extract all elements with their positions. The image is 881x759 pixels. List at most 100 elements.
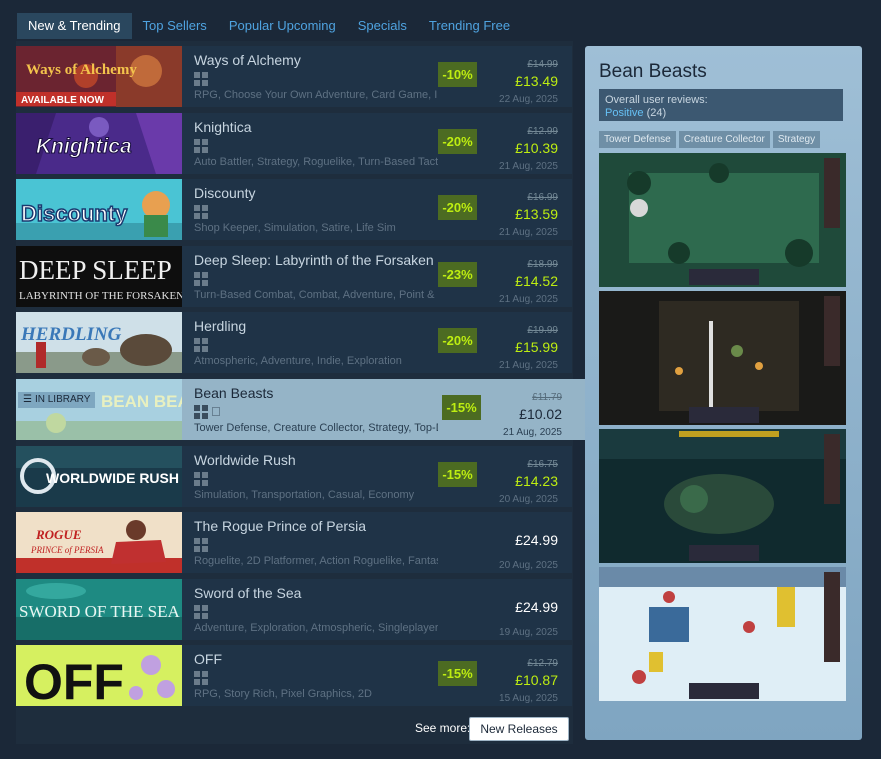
tab-top-sellers[interactable]: Top Sellers bbox=[132, 13, 218, 39]
release-date: 21 Aug, 2025 bbox=[499, 360, 558, 371]
release-date: 15 Aug, 2025 bbox=[499, 693, 558, 704]
game-title: Knightica bbox=[194, 119, 252, 135]
game-capsule-image: Ways of Alchemy AVAILABLE NOW bbox=[16, 46, 182, 107]
game-title: Deep Sleep: Labyrinth of the Forsaken bbox=[194, 252, 434, 268]
capsule-logo: ROGUE bbox=[35, 527, 82, 542]
release-date: 21 Aug, 2025 bbox=[499, 227, 558, 238]
windows-icon bbox=[194, 338, 208, 352]
windows-icon bbox=[194, 538, 208, 552]
capsule-logo: Ways of Alchemy bbox=[26, 62, 137, 78]
capsule-logo: Knightica bbox=[36, 135, 132, 158]
game-capsule-image: SWORD OF THE SEA bbox=[16, 579, 182, 640]
game-capsule-image: Discounty bbox=[16, 179, 182, 240]
game-title: Ways of Alchemy bbox=[194, 52, 301, 68]
capsule-subtitle: PRINCE of PERSIA bbox=[30, 545, 104, 555]
release-date: 20 Aug, 2025 bbox=[499, 494, 558, 505]
preview-tag[interactable]: Tower Defense bbox=[599, 131, 676, 148]
release-date: 20 Aug, 2025 bbox=[499, 560, 558, 571]
final-price: £15.99 bbox=[515, 339, 558, 355]
game-row-ways-of-alchemy[interactable]: Ways of Alchemy AVAILABLE NOW Ways of Al… bbox=[16, 46, 572, 107]
discount-badge: -15% bbox=[438, 661, 477, 686]
game-title: Worldwide Rush bbox=[194, 452, 296, 468]
final-price: £24.99 bbox=[515, 532, 558, 548]
original-price: £16.99 bbox=[527, 192, 558, 203]
game-row-off[interactable]: OFF OFF RPG, Story Rich, Pixel Graphics,… bbox=[16, 645, 572, 706]
capsule-logo: WORLDWIDE RUSH bbox=[46, 470, 179, 486]
discount-badge: -15% bbox=[438, 462, 477, 487]
game-tags: RPG, Story Rich, Pixel Graphics, 2D bbox=[194, 688, 372, 700]
game-title: Bean Beasts bbox=[194, 385, 274, 401]
release-date: 19 Aug, 2025 bbox=[499, 627, 558, 638]
game-row-knightica[interactable]: Knightica Knightica Auto Battler, Strate… bbox=[16, 113, 572, 174]
final-price: £10.87 bbox=[515, 672, 558, 688]
game-capsule-image: HERDLING bbox=[16, 312, 182, 373]
capsule-logo: HERDLING bbox=[20, 324, 122, 345]
game-tags: Simulation, Transportation, Casual, Econ… bbox=[194, 489, 415, 501]
capsule-logo: Discounty bbox=[21, 201, 128, 226]
tab-specials[interactable]: Specials bbox=[347, 13, 418, 39]
game-title: The Rogue Prince of Persia bbox=[194, 518, 366, 534]
final-price: £14.23 bbox=[515, 473, 558, 489]
preview-tag[interactable]: Strategy bbox=[772, 131, 821, 148]
game-tags: RPG, Choose Your Own Adventure, Card Gam… bbox=[194, 89, 438, 101]
game-row-rogue-prince-of-persia[interactable]: ROGUE PRINCE of PERSIA The Rogue Prince … bbox=[16, 512, 572, 573]
game-row-bean-beasts[interactable]: BEAN BEASTS ☰IN LIBRARY Bean Beasts  To… bbox=[16, 379, 586, 440]
preview-tag[interactable]: Creature Collector bbox=[678, 131, 770, 148]
screenshot-4[interactable] bbox=[599, 567, 846, 701]
game-tags: Adventure, Exploration, Atmospheric, Sin… bbox=[194, 622, 438, 634]
capsule-logo: BEAN BEASTS bbox=[101, 392, 182, 411]
game-row-discounty[interactable]: Discounty Discounty Shop Keeper, Simulat… bbox=[16, 179, 572, 240]
review-value: Positive (24) bbox=[605, 107, 667, 119]
windows-icon bbox=[194, 139, 208, 153]
screenshot-1[interactable] bbox=[599, 153, 846, 287]
windows-icon bbox=[194, 205, 208, 219]
tab-new-trending[interactable]: New & Trending bbox=[17, 13, 132, 39]
windows-icon bbox=[194, 671, 208, 685]
release-date: 21 Aug, 2025 bbox=[503, 427, 562, 438]
original-price: £18.99 bbox=[527, 259, 558, 270]
windows-icon bbox=[194, 605, 208, 619]
windows-icon bbox=[194, 272, 208, 286]
new-releases-button[interactable]: New Releases bbox=[469, 717, 569, 741]
capsule-logo: SWORD OF THE SEA bbox=[19, 602, 180, 621]
discount-badge: -20% bbox=[438, 195, 477, 220]
game-capsule-image: ROGUE PRINCE of PERSIA bbox=[16, 512, 182, 573]
tab-popular-upcoming[interactable]: Popular Upcoming bbox=[218, 13, 347, 39]
original-price: £12.79 bbox=[527, 658, 558, 669]
game-tags: Roguelite, 2D Platformer, Action Rogueli… bbox=[194, 555, 438, 567]
game-capsule-image: OFF bbox=[16, 645, 182, 706]
screenshot-3[interactable] bbox=[599, 429, 846, 563]
tab-trending-free[interactable]: Trending Free bbox=[418, 13, 521, 39]
final-price: £10.02 bbox=[519, 406, 562, 422]
review-label: Overall user reviews: bbox=[605, 94, 708, 106]
release-date: 21 Aug, 2025 bbox=[499, 161, 558, 172]
original-price: £11.79 bbox=[532, 392, 562, 403]
discount-badge: -20% bbox=[438, 328, 477, 353]
game-title: OFF bbox=[194, 651, 222, 667]
capsule-subtitle: LABYRINTH OF THE FORSAKEN bbox=[19, 290, 182, 302]
game-row-sword-of-the-sea[interactable]: SWORD OF THE SEA Sword of the Sea Advent… bbox=[16, 579, 572, 640]
release-date: 22 Aug, 2025 bbox=[499, 94, 558, 105]
game-tags: Turn-Based Combat, Combat, Adventure, Po… bbox=[194, 289, 438, 301]
game-row-herdling[interactable]: HERDLING Herdling Atmospheric, Adventure… bbox=[16, 312, 572, 373]
review-count: (24) bbox=[646, 107, 667, 119]
in-library-badge: ☰ IN LIBRARY bbox=[18, 392, 96, 408]
game-capsule-image: WORLDWIDE RUSH bbox=[16, 446, 182, 507]
release-date: 21 Aug, 2025 bbox=[499, 294, 558, 305]
final-price: £10.39 bbox=[515, 140, 558, 156]
original-price: £12.99 bbox=[527, 126, 558, 137]
discount-badge: -15% bbox=[442, 395, 481, 420]
list-icon: ☰ bbox=[23, 394, 32, 405]
review-summary: Overall user reviews: Positive (24) bbox=[599, 89, 843, 121]
final-price: £14.52 bbox=[515, 273, 558, 289]
final-price: £24.99 bbox=[515, 599, 558, 615]
windows-icon bbox=[194, 405, 208, 419]
game-row-deep-sleep[interactable]: DEEP SLEEP LABYRINTH OF THE FORSAKEN Dee… bbox=[16, 246, 572, 307]
screenshot-2[interactable] bbox=[599, 291, 846, 425]
game-tags: Auto Battler, Strategy, Roguelike, Turn-… bbox=[194, 156, 438, 168]
game-title: Herdling bbox=[194, 318, 247, 334]
final-price: £13.49 bbox=[515, 73, 558, 89]
game-row-worldwide-rush[interactable]: WORLDWIDE RUSH Worldwide Rush Simulation… bbox=[16, 446, 572, 507]
original-price: £14.99 bbox=[527, 59, 558, 70]
discount-badge: -10% bbox=[438, 62, 477, 87]
